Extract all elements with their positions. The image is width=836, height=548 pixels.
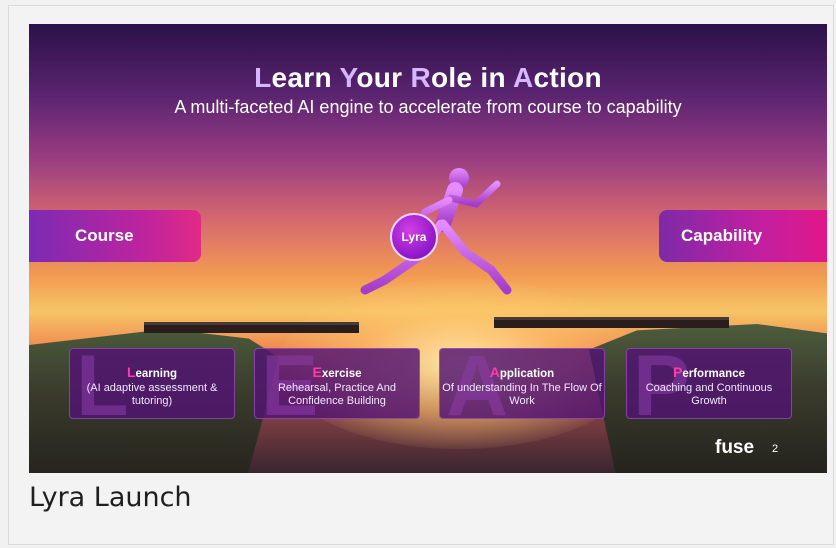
slide-thumbnail[interactable]: Learn Your Role in Action A multi-facete… <box>29 24 827 473</box>
title-part: Y <box>339 62 357 93</box>
capability-label: Capability <box>681 226 763 245</box>
leap-letter: E <box>312 364 322 380</box>
leap-title: Application <box>440 364 604 380</box>
course-label: Course <box>75 226 134 245</box>
slide-preview-frame[interactable]: Learn Your Role in Action A multi-facete… <box>8 5 834 545</box>
left-bridge <box>144 322 359 333</box>
leap-desc: (AI adaptive assessment & tutoring) <box>86 382 218 407</box>
leap-word: erformance <box>682 368 745 380</box>
capability-card: Capability <box>659 210 827 262</box>
leap-card-exercise: E Exercise Rehearsal, Practice And Confi… <box>254 348 420 419</box>
leap-title: Learning <box>70 364 234 380</box>
course-card: Course <box>29 210 201 262</box>
slide-title: Learn Your Role in Action <box>29 62 827 94</box>
leap-letter: P <box>673 364 683 380</box>
leap-card-learning: L Learning (AI adaptive assessment & tut… <box>69 348 235 419</box>
slide-subtitle: A multi-faceted AI engine to accelerate … <box>174 97 682 117</box>
title-part: ction <box>533 62 602 93</box>
leap-desc: Coaching and Continuous Growth <box>645 382 773 407</box>
leap-word: xercise <box>321 368 362 380</box>
leap-word: pplication <box>499 368 555 380</box>
title-part: ole in <box>430 62 513 93</box>
lyra-badge-label: Lyra <box>401 230 427 244</box>
leap-card-performance: P Performance Coaching and Continuous Gr… <box>626 348 792 419</box>
right-bridge <box>494 317 729 328</box>
running-figure-icon <box>360 168 512 295</box>
leap-title: Performance <box>627 364 791 380</box>
lyra-badge: Lyra <box>390 213 438 261</box>
leap-title: Exercise <box>255 364 419 380</box>
title-part: L <box>254 62 272 93</box>
leap-letter: L <box>126 364 136 380</box>
leap-letter: A <box>489 364 500 380</box>
leap-word: earning <box>135 368 178 380</box>
title-part: R <box>410 62 431 93</box>
slide-caption: Lyra Launch <box>29 482 192 513</box>
slide-page-number: 2 <box>772 443 779 455</box>
title-part: earn <box>271 62 340 93</box>
leap-desc: Of understanding In The Flow Of Work <box>442 382 602 407</box>
title-part: our <box>356 62 411 93</box>
title-part: A <box>512 62 534 93</box>
leap-card-application: A Application Of understanding In The Fl… <box>439 348 605 419</box>
leap-desc: Rehearsal, Practice And Confidence Build… <box>277 382 396 407</box>
fuse-logo-icon: fuse <box>715 437 755 458</box>
